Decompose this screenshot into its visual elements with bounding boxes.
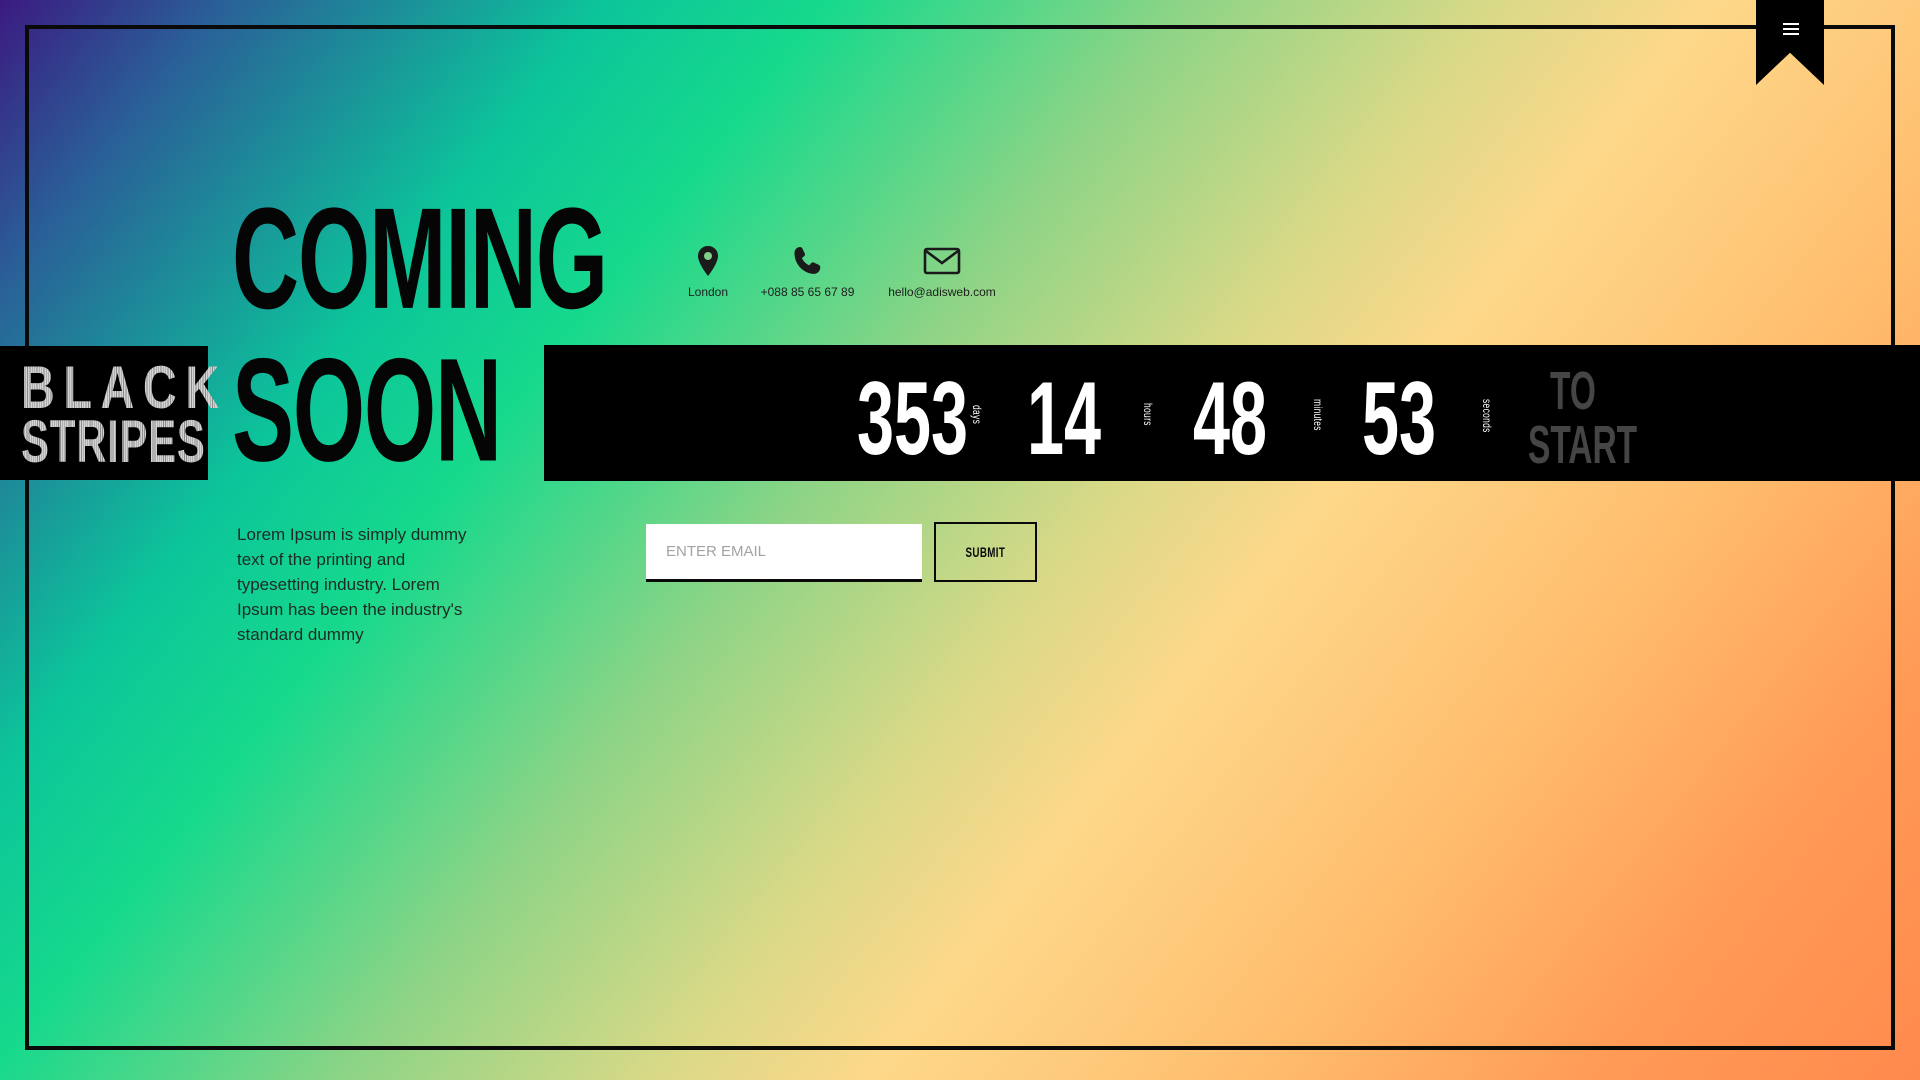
submit-button-label: SUBMIT <box>965 544 1006 560</box>
contact-phone[interactable]: +088 85 65 67 89 <box>755 245 860 299</box>
countdown-seconds-value: 53 <box>1362 361 1437 477</box>
countdown-seconds-unit: seconds <box>1480 399 1494 433</box>
email-field[interactable] <box>646 524 922 582</box>
description-text: Lorem Ipsum is simply dummy text of the … <box>237 525 467 644</box>
countdown-minutes-unit: minutes <box>1311 399 1325 431</box>
contact-email[interactable]: hello@adisweb.com <box>880 245 1004 299</box>
countdown-hours-value: 14 <box>1027 361 1102 477</box>
countdown-hours-unit: hours <box>1141 403 1155 426</box>
countdown-suffix-line1: TO <box>1550 361 1596 421</box>
logo[interactable]: BLACK STRIPES <box>0 346 219 480</box>
hamburger-menu-icon <box>1783 23 1799 36</box>
menu-button[interactable] <box>1756 0 1824 85</box>
contact-phone-label: +088 85 65 67 89 <box>760 285 855 299</box>
countdown-minutes-value: 48 <box>1193 361 1268 477</box>
contact-email-label: hello@adisweb.com <box>888 285 996 299</box>
contact-location-label: London <box>687 285 729 299</box>
submit-button[interactable]: SUBMIT <box>934 522 1037 582</box>
contact-location: London <box>680 245 736 299</box>
logo-line2: STRIPES <box>21 408 206 475</box>
phone-icon <box>793 247 820 274</box>
countdown-bar: 353 days 14 hours 48 minutes 53 seconds <box>544 345 1920 481</box>
page-title-line2: SOON <box>232 327 502 492</box>
countdown-days-value: 353 <box>857 361 969 477</box>
page-title-line1: COMING <box>232 177 608 339</box>
countdown-suffix-line2: START <box>1528 415 1638 475</box>
envelope-icon <box>923 247 961 275</box>
countdown-days-unit: days <box>970 405 984 425</box>
map-pin-icon <box>698 246 718 276</box>
